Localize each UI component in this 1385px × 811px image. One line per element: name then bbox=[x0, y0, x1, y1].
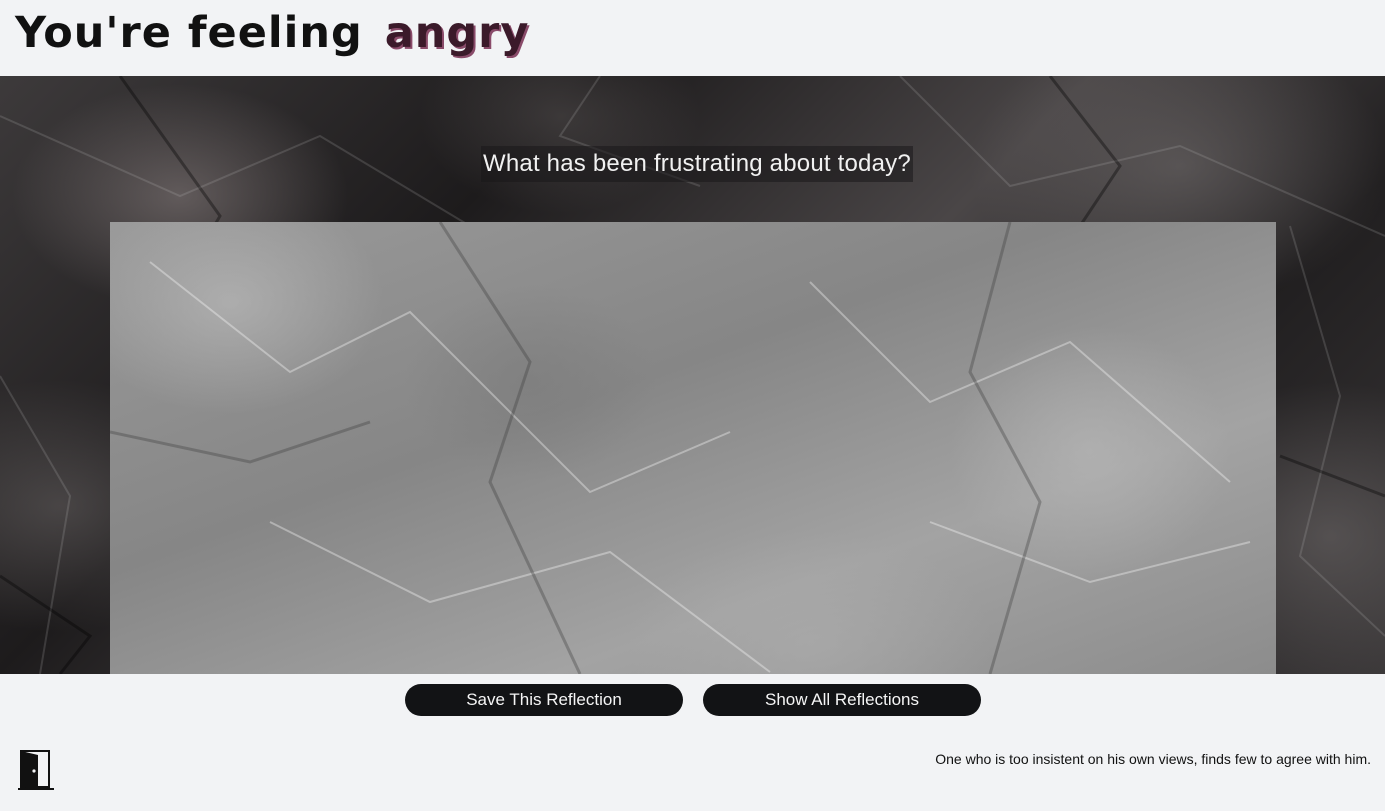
footer-quote: One who is too insistent on his own view… bbox=[935, 751, 1371, 767]
save-reflection-button[interactable]: Save This Reflection bbox=[405, 684, 683, 716]
title-prefix: You're feeling bbox=[15, 8, 363, 58]
page-header: You're feeling angry bbox=[0, 0, 1385, 76]
show-reflections-button[interactable]: Show All Reflections bbox=[703, 684, 981, 716]
crumpled-paper-background: What has been frustrating about today? bbox=[0, 76, 1385, 674]
reflection-entry-input[interactable] bbox=[110, 222, 1276, 674]
door-exit-icon[interactable] bbox=[18, 749, 54, 791]
journal-prompt: What has been frustrating about today? bbox=[481, 146, 913, 182]
page-title: You're feeling angry bbox=[15, 8, 529, 58]
emotion-word: angry bbox=[384, 8, 530, 58]
